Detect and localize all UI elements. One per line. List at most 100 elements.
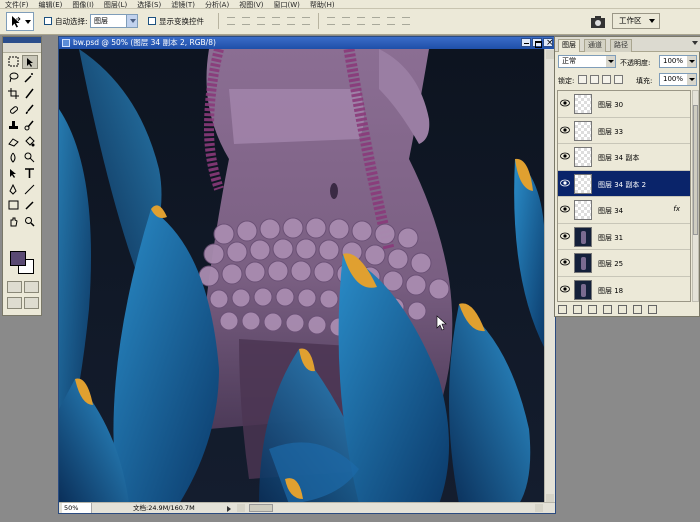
layer-row[interactable]: 图层 30 xyxy=(558,91,690,118)
standard-mode-button[interactable] xyxy=(7,281,22,293)
new-layer-icon[interactable] xyxy=(632,304,642,314)
layer-thumbnail[interactable] xyxy=(574,226,592,247)
layer-thumbnail[interactable] xyxy=(574,147,592,167)
path-selection-tool[interactable] xyxy=(6,167,22,181)
clone-stamp-tool[interactable] xyxy=(6,119,22,133)
blend-mode-dropdown[interactable]: 正常 xyxy=(558,55,616,68)
scroll-thumb[interactable] xyxy=(693,105,698,235)
close-button[interactable] xyxy=(543,37,554,49)
adjustment-layer-icon[interactable] xyxy=(602,304,612,314)
scroll-left-button[interactable] xyxy=(237,504,245,512)
eyedropper-tool[interactable] xyxy=(22,199,38,213)
align-hcenter-icon[interactable] xyxy=(284,14,298,28)
lock-transparent-icon[interactable] xyxy=(578,75,587,84)
file-browser-icon[interactable] xyxy=(590,15,606,29)
document-titlebar[interactable]: bw.psd @ 50% (图层 34 副本 2, RGB/8) xyxy=(59,37,555,49)
fx-icon[interactable]: fx xyxy=(673,205,680,213)
new-group-icon[interactable] xyxy=(617,304,627,314)
layer-style-icon[interactable] xyxy=(572,304,582,314)
quick-mask-button[interactable] xyxy=(24,281,39,293)
layer-thumbnail[interactable] xyxy=(574,94,592,114)
layer-row[interactable]: 图层 18 xyxy=(558,276,690,301)
full-screen-button[interactable] xyxy=(24,297,39,309)
layer-row[interactable]: 图层 34 副本 xyxy=(558,144,690,171)
menu-help[interactable]: 帮助(H) xyxy=(305,1,340,8)
layer-row[interactable]: 图层 34 副本 2 xyxy=(558,170,690,197)
pen-tool[interactable] xyxy=(6,183,22,197)
layer-name[interactable]: 图层 33 xyxy=(598,127,623,137)
layer-mask-icon[interactable] xyxy=(587,304,597,314)
horizontal-scroll-thumb[interactable] xyxy=(249,504,273,512)
layer-row[interactable]: 图层 25 xyxy=(558,250,690,277)
crop-tool[interactable] xyxy=(6,87,22,101)
scroll-up-button[interactable] xyxy=(546,50,554,59)
tab-paths[interactable]: 路径 xyxy=(610,39,632,52)
scroll-right-button[interactable] xyxy=(535,504,543,512)
tab-layers[interactable]: 图层 xyxy=(558,39,580,52)
eye-icon[interactable] xyxy=(560,152,570,160)
distribute-vcenter-icon[interactable] xyxy=(339,14,353,28)
eye-icon[interactable] xyxy=(560,99,570,107)
layer-name[interactable]: 图层 34 副本 2 xyxy=(598,180,646,190)
foreground-color-swatch[interactable] xyxy=(10,251,26,266)
move-tool[interactable] xyxy=(22,55,38,69)
dodge-tool[interactable] xyxy=(22,151,38,165)
hand-tool[interactable] xyxy=(6,215,22,229)
trash-icon[interactable] xyxy=(647,304,657,314)
marquee-tool[interactable] xyxy=(6,55,22,69)
lock-position-icon[interactable] xyxy=(602,75,611,84)
layer-name[interactable]: 图层 30 xyxy=(598,100,623,110)
gradient-tool[interactable] xyxy=(22,135,38,149)
eraser-tool[interactable] xyxy=(6,135,22,149)
eye-icon[interactable] xyxy=(560,126,570,134)
healing-tool[interactable] xyxy=(6,103,22,117)
status-menu-arrow-icon[interactable] xyxy=(227,506,231,512)
layer-thumbnail[interactable] xyxy=(574,200,592,220)
lasso-tool[interactable] xyxy=(6,71,22,85)
layer-name[interactable]: 图层 34 副本 xyxy=(598,153,639,163)
tool-preset-picker[interactable] xyxy=(6,12,34,31)
notes-tool[interactable] xyxy=(6,199,22,213)
lock-pixels-icon[interactable] xyxy=(590,75,599,84)
distribute-top-icon[interactable] xyxy=(324,14,338,28)
menu-select[interactable]: 选择(S) xyxy=(132,1,166,8)
align-right-icon[interactable] xyxy=(299,14,313,28)
workspace-button[interactable]: 工作区 xyxy=(612,13,660,29)
eye-icon[interactable] xyxy=(560,205,570,213)
layer-thumbnail[interactable] xyxy=(574,253,592,273)
opacity-field[interactable]: 100% xyxy=(659,55,697,68)
palette-menu-icon[interactable] xyxy=(688,41,698,48)
minimize-button[interactable] xyxy=(521,38,531,47)
layer-thumbnail[interactable] xyxy=(574,120,592,141)
zoom-field[interactable]: 50% xyxy=(62,503,92,513)
lock-all-icon[interactable] xyxy=(614,75,623,84)
image-canvas[interactable] xyxy=(59,49,545,504)
layer-list-scrollbar[interactable] xyxy=(692,90,699,302)
layer-thumbnail[interactable] xyxy=(574,279,592,300)
menu-image[interactable]: 图像(I) xyxy=(67,1,99,8)
tab-channels[interactable]: 通道 xyxy=(584,39,606,52)
menu-file[interactable]: 文件(F) xyxy=(0,1,34,8)
distribute-right-icon[interactable] xyxy=(399,14,413,28)
layer-row[interactable]: 图层 33 xyxy=(558,117,690,144)
layer-name[interactable]: 图层 25 xyxy=(598,259,623,269)
eye-icon[interactable] xyxy=(560,258,570,266)
distribute-left-icon[interactable] xyxy=(369,14,383,28)
link-layers-icon[interactable] xyxy=(557,304,567,314)
brush-tool[interactable] xyxy=(22,103,38,117)
history-brush-tool[interactable] xyxy=(22,119,38,133)
eye-icon[interactable] xyxy=(560,179,570,187)
layer-name[interactable]: 图层 31 xyxy=(598,233,623,243)
layer-thumbnail[interactable] xyxy=(574,173,592,194)
maximize-button[interactable] xyxy=(532,38,542,48)
align-vcenter-icon[interactable] xyxy=(239,14,253,28)
type-tool[interactable] xyxy=(22,167,38,181)
auto-select-dropdown[interactable]: 图层 xyxy=(90,14,138,28)
show-transform-checkbox[interactable] xyxy=(148,17,156,25)
magic-wand-tool[interactable] xyxy=(22,71,38,85)
layer-name[interactable]: 图层 18 xyxy=(598,286,623,296)
menu-filter[interactable]: 滤镜(T) xyxy=(166,1,200,8)
eye-icon[interactable] xyxy=(560,232,570,240)
distribute-hcenter-icon[interactable] xyxy=(384,14,398,28)
align-left-icon[interactable] xyxy=(269,14,283,28)
